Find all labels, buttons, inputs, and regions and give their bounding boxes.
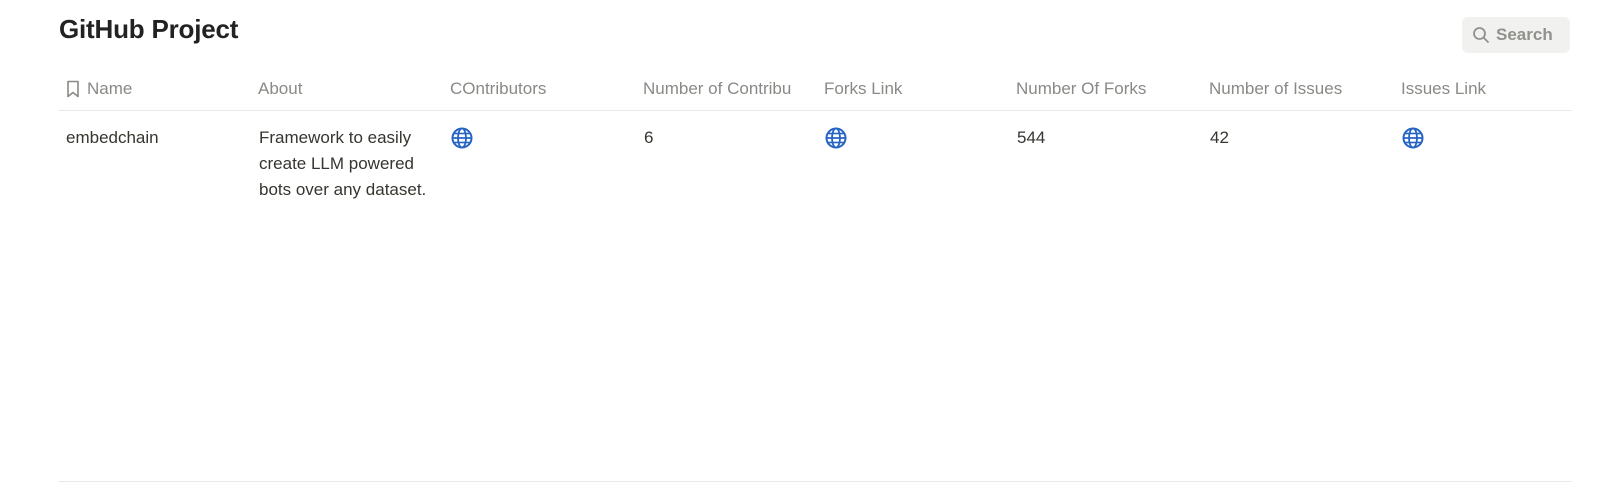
globe-icon[interactable] — [451, 127, 473, 149]
cell-issues-link[interactable] — [1395, 125, 1572, 157]
cell-number-of-contributors[interactable]: 6 — [637, 125, 818, 151]
globe-icon[interactable] — [1402, 127, 1424, 149]
globe-icon[interactable] — [825, 127, 847, 149]
column-header-forks-link[interactable]: Forks Link — [818, 79, 1010, 99]
cell-name[interactable]: embedchain — [59, 125, 252, 151]
column-header-number-of-forks[interactable]: Number Of Forks — [1010, 79, 1203, 99]
column-header-label: Number of Contribu — [643, 79, 792, 98]
cell-forks-link[interactable] — [818, 125, 1010, 157]
column-header-label: Name — [87, 79, 133, 98]
column-header-label: Forks Link — [824, 79, 903, 98]
page-title: GitHub Project — [59, 14, 239, 44]
column-header-name[interactable]: Name — [59, 79, 252, 99]
database-page: GitHub Project Search Name About COntrib… — [0, 0, 1600, 484]
table-bottom-divider — [59, 481, 1572, 482]
column-header-number-of-issues[interactable]: Number of Issues — [1203, 79, 1395, 99]
column-header-contributors[interactable]: COntributors — [444, 79, 637, 99]
bookmark-icon — [67, 80, 79, 98]
column-header-issues-link[interactable]: Issues Link — [1395, 79, 1572, 99]
table-header: Name About COntributors Number of Contri… — [59, 68, 1572, 111]
search-icon — [1473, 27, 1489, 43]
column-header-label: Number Of Forks — [1016, 79, 1147, 98]
cell-number-of-forks[interactable]: 544 — [1010, 125, 1203, 151]
table-row[interactable]: embedchain Framework to easily create LL… — [59, 111, 1572, 203]
cell-contributors-link[interactable] — [444, 125, 637, 157]
column-header-label: Number of Issues — [1209, 79, 1343, 98]
table: Name About COntributors Number of Contri… — [59, 68, 1572, 203]
column-header-number-of-contributors[interactable]: Number of Contribu — [637, 79, 818, 99]
search-label: Search — [1496, 25, 1553, 44]
column-header-label: About — [258, 79, 303, 98]
cell-number-of-issues[interactable]: 42 — [1203, 125, 1395, 151]
cell-about[interactable]: Framework to easily create LLM powered b… — [252, 125, 444, 203]
column-header-about[interactable]: About — [252, 79, 444, 99]
search-button[interactable]: Search — [1462, 17, 1570, 53]
column-header-label: COntributors — [450, 79, 547, 98]
column-header-label: Issues Link — [1401, 79, 1487, 98]
